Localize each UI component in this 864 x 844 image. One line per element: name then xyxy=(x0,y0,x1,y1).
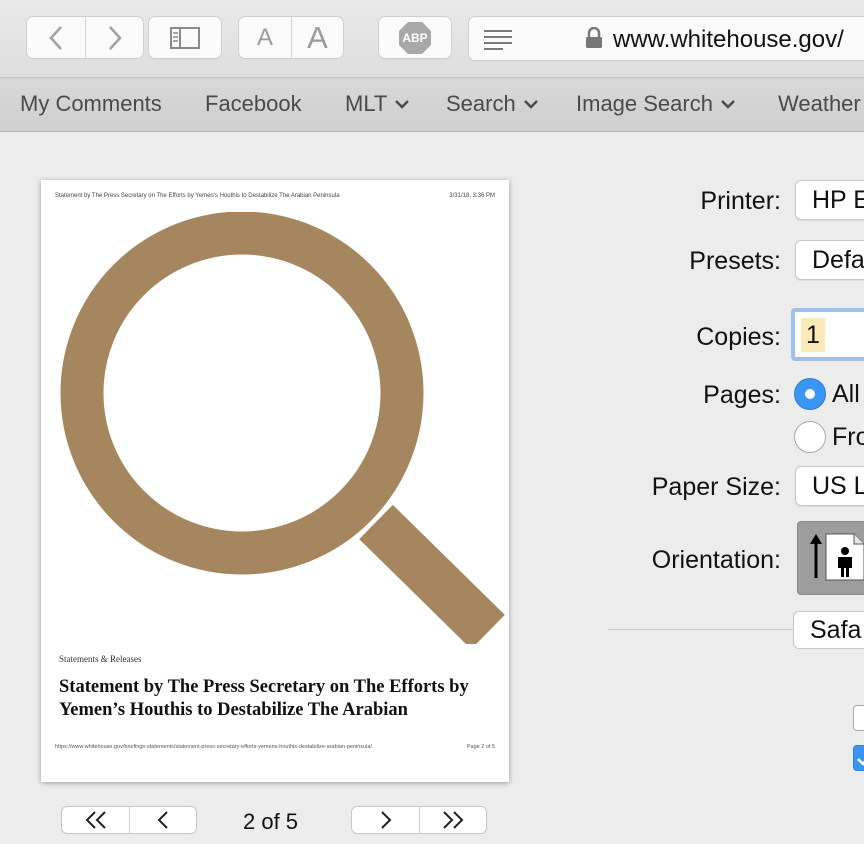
pages-from-radio[interactable] xyxy=(794,421,826,453)
sidebar-button[interactable] xyxy=(148,16,222,59)
chevron-down-icon xyxy=(395,100,410,109)
pages-from-label: Fro xyxy=(832,423,864,451)
bookmark-image-search[interactable]: Image Search xyxy=(576,91,735,117)
magnifier-icon xyxy=(60,212,505,644)
bookmarks-bar: My Comments Facebook MLT Search Image Se… xyxy=(0,78,864,132)
chevron-down-icon xyxy=(721,100,735,109)
pages-all-label: All xyxy=(832,380,860,408)
back-button[interactable] xyxy=(27,17,85,58)
bookmark-weather[interactable]: Weather xyxy=(778,91,861,117)
bookmark-label: My Comments xyxy=(20,91,162,116)
page-nav-forward-group xyxy=(351,806,487,834)
orientation-portrait-button[interactable] xyxy=(797,521,864,595)
first-page-button[interactable] xyxy=(62,807,129,833)
previous-page-button[interactable] xyxy=(129,807,196,833)
reader-lines-icon[interactable] xyxy=(483,28,513,50)
presets-label: Presets: xyxy=(689,247,781,275)
page-category: Statements & Releases xyxy=(59,654,142,664)
bookmark-label: Facebook xyxy=(205,91,302,116)
page-header-date: 3/31/18, 3:36 PM xyxy=(449,193,495,199)
font-smaller-button[interactable]: A xyxy=(239,17,291,58)
chevron-down-icon xyxy=(523,100,538,109)
chevron-left-icon xyxy=(157,811,168,829)
url-text: www.whitehouse.gov/ xyxy=(613,26,844,53)
option-checkbox-unchecked[interactable] xyxy=(853,705,864,731)
copies-field[interactable]: 1 xyxy=(791,308,864,361)
forward-button[interactable] xyxy=(85,17,143,58)
bookmark-label: Weather xyxy=(778,91,861,116)
bookmark-label: Search xyxy=(446,91,516,116)
pages-all-radio[interactable] xyxy=(794,378,826,410)
last-page-button[interactable] xyxy=(419,807,486,833)
back-forward-group xyxy=(26,16,144,59)
address-bar[interactable]: www.whitehouse.gov/ xyxy=(468,16,864,61)
font-larger-button[interactable]: A xyxy=(290,17,343,58)
print-preview-page: Statement by The Press Secretary on The … xyxy=(41,180,509,782)
printer-label: Printer: xyxy=(700,187,781,215)
paper-size-label: Paper Size: xyxy=(651,473,781,501)
print-section-select[interactable]: Safa xyxy=(793,611,864,649)
bookmark-mlt[interactable]: MLT xyxy=(345,91,410,117)
pages-label: Pages: xyxy=(703,381,781,409)
chevron-left-icon xyxy=(49,25,62,50)
page-footer-number: Page 2 of 5 xyxy=(466,744,495,750)
bookmark-label: Image Search xyxy=(576,91,713,116)
double-chevron-right-icon xyxy=(443,811,464,829)
orientation-label: Orientation: xyxy=(651,546,781,574)
double-chevron-left-icon xyxy=(85,811,106,829)
toolbar: A A ABP www.whitehouse.gov/ xyxy=(0,0,864,78)
page-indicator: 2 of 5 xyxy=(243,809,299,834)
page-footer-url: https://www.whitehouse.gov/briefings-sta… xyxy=(55,744,372,750)
sidebar-icon xyxy=(170,26,200,49)
page-article-title: Statement by The Press Secretary on The … xyxy=(59,677,469,720)
lock-icon xyxy=(586,27,602,48)
checkmark-icon xyxy=(857,758,864,766)
option-checkbox-checked[interactable] xyxy=(853,745,864,771)
bookmark-my-comments[interactable]: My Comments xyxy=(20,91,162,117)
printer-select[interactable]: HP E xyxy=(795,180,864,220)
bookmark-label: MLT xyxy=(345,91,388,116)
font-size-group: A A xyxy=(238,16,344,59)
page-header-title: Statement by The Press Secretary on The … xyxy=(55,193,340,199)
chevron-right-icon xyxy=(108,25,122,50)
chevron-right-icon xyxy=(380,811,391,829)
copies-value: 1 xyxy=(801,318,825,352)
adblock-label: ABP xyxy=(402,30,428,45)
bookmark-search[interactable]: Search xyxy=(446,91,538,117)
next-page-button[interactable] xyxy=(352,807,419,833)
presets-select[interactable]: Defa xyxy=(795,240,864,280)
bookmark-facebook[interactable]: Facebook xyxy=(205,91,302,117)
portrait-person-icon xyxy=(810,533,864,581)
paper-size-select[interactable]: US L xyxy=(795,466,864,506)
adblock-button[interactable]: ABP xyxy=(378,16,452,59)
copies-label: Copies: xyxy=(696,323,781,351)
page-nav-back-group xyxy=(61,806,197,834)
